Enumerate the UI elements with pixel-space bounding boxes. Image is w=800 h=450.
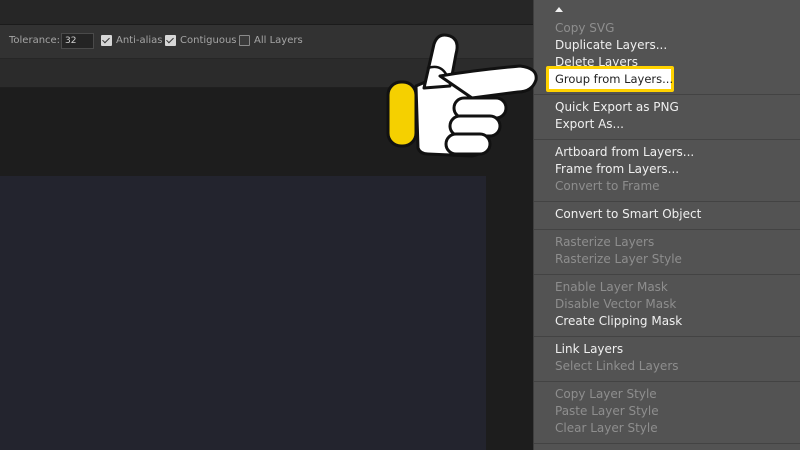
- tolerance-label: Tolerance:: [9, 35, 61, 46]
- menu-item-export-as[interactable]: Export As...: [555, 117, 624, 132]
- menu-item-clear-layer-style: Clear Layer Style: [555, 421, 658, 435]
- menu-separator: [534, 201, 800, 202]
- pointing-hand-icon: [386, 33, 538, 158]
- all-layers-checkbox[interactable]: [239, 35, 250, 46]
- menu-item-frame-from-layers[interactable]: Frame from Layers...: [555, 162, 679, 177]
- menu-separator: [534, 139, 800, 140]
- menu-item-link-layers[interactable]: Link Layers: [555, 342, 623, 357]
- tolerance-input[interactable]: 32: [61, 33, 94, 49]
- menu-item-duplicate-layers[interactable]: Duplicate Layers...: [555, 38, 667, 53]
- anti-alias-label: Anti-alias: [116, 35, 163, 46]
- menu-separator: [534, 336, 800, 337]
- menu-separator: [534, 443, 800, 444]
- menu-item-artboard-from-layers[interactable]: Artboard from Layers...: [555, 145, 694, 160]
- anti-alias-checkbox[interactable]: [101, 35, 112, 46]
- menu-item-paste-layer-style: Paste Layer Style: [555, 404, 659, 418]
- menu-item-copy-svg: Copy SVG: [555, 21, 615, 35]
- scroll-up-arrow-icon[interactable]: [555, 7, 563, 12]
- menu-separator: [534, 274, 800, 275]
- artboard-canvas[interactable]: [0, 176, 486, 450]
- application-bar: [0, 0, 533, 25]
- menu-item-disable-vector-mask: Disable Vector Mask: [555, 297, 677, 311]
- contiguous-label: Contiguous: [180, 35, 237, 46]
- menu-item-rasterize-layer-style: Rasterize Layer Style: [555, 252, 682, 266]
- contiguous-checkbox[interactable]: [165, 35, 176, 46]
- menu-item-convert-to-smart-object[interactable]: Convert to Smart Object: [555, 207, 701, 222]
- all-layers-label: All Layers: [254, 35, 303, 46]
- menu-separator: [534, 94, 800, 95]
- menu-item-convert-to-frame: Convert to Frame: [555, 179, 660, 193]
- menu-item-copy-layer-style: Copy Layer Style: [555, 387, 657, 401]
- menu-separator: [534, 381, 800, 382]
- menu-item-quick-export-png[interactable]: Quick Export as PNG: [555, 100, 679, 115]
- menu-item-group-from-layers[interactable]: Group from Layers...: [555, 72, 673, 87]
- menu-item-enable-layer-mask: Enable Layer Mask: [555, 280, 668, 294]
- menu-item-create-clipping-mask[interactable]: Create Clipping Mask: [555, 314, 682, 329]
- menu-separator: [534, 229, 800, 230]
- menu-item-select-linked-layers: Select Linked Layers: [555, 359, 679, 373]
- menu-item-rasterize-layers: Rasterize Layers: [555, 235, 655, 249]
